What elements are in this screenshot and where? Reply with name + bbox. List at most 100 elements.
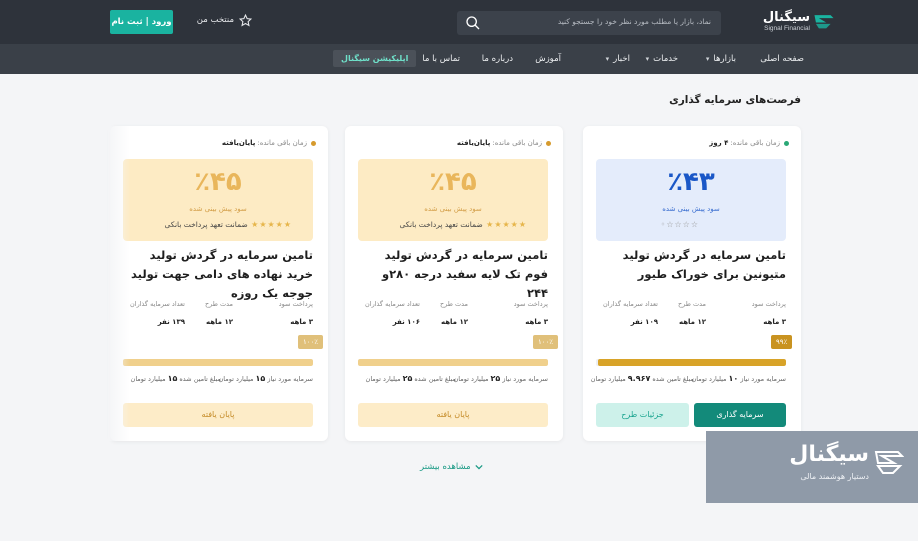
invest-button[interactable]: سرمایه گذاری [694,403,786,427]
chevron-down-icon: ▾ [645,55,650,63]
progress-percent-badge: ۱۰۰٪ [533,335,559,349]
stat-investors: تعداد سرمایه گذاران ۱۳۹ نفر [129,300,185,326]
card-stats: پرداخت سود ۳ ماهه مدت طرح ۱۲ ماهه تعداد سر… [358,300,548,330]
remaining-time: زمان باقی مانده:پایان‌یافته [222,139,316,147]
ended-button[interactable]: پایان یافته [123,403,313,427]
profit-percent: ٪۴۵ [194,167,242,197]
guarantee-label: ضمانت تعهد پرداخت بانکی [164,220,248,229]
signal-logo-icon [814,15,834,29]
progress-fill [597,359,786,366]
star-icon: ★ [267,220,275,229]
profit-box: ٪۴۵ سود پیش بینی شده ★★★★★ ضمانت تعهد پر… [123,159,313,241]
nav-contact[interactable]: تماس با ما [422,44,460,74]
search-icon[interactable] [465,15,481,31]
signal-badge: سیگنال دستیار هوشمند مالی [706,431,918,503]
star-icon: ★ [502,220,510,229]
progress-bar [123,359,313,366]
profit-label: سود پیش بینی شده [424,205,482,213]
progress-fill [123,359,313,366]
star-icon: ★ [494,220,502,229]
brand-logo[interactable]: سیگنال Signal Financial [736,10,810,36]
profit-percent: ٪۴۳ [667,167,715,197]
search-input[interactable]: نماد، بازار یا مطلب مورد نظر خود را جستج… [558,17,711,26]
funding-amounts: سرمایه مورد نیاز۱۵میلیارد تومان مبلغ تام… [130,374,313,383]
card-title[interactable]: تامین سرمایه در گردش تولید خرید نهاده ها… [123,246,313,303]
star-icon: ★ [283,220,291,229]
progress-percent-badge: ۱۰۰٪ [298,335,324,349]
stat-profit-payment: پرداخت سود ۳ ماهه [278,300,313,326]
rating-stars: ★★★★★ ضمانت تعهد پرداخت بانکی [165,220,291,229]
star-icon: ★ [259,220,267,229]
brand-subtitle: Signal Financial [764,25,810,32]
remaining-time: زمان باقی مانده:پایان‌یافته [457,139,551,147]
show-more-link[interactable]: مشاهده بیشتر [420,462,483,472]
nav-app-button[interactable]: اپلیکیشن سیگنال [333,50,417,67]
profit-percent: ٪۴۵ [429,167,477,197]
star-empty-icon: ☆ [666,220,674,229]
star-empty-icon: ◦ [660,220,666,229]
stat-duration: مدت طرح ۱۲ ماهه [439,300,468,326]
chevron-down-icon [474,464,483,469]
nav-about[interactable]: درباره ما [482,44,513,74]
nav-education[interactable]: آموزش [535,44,561,74]
card-stats: پرداخت سود ۳ ماهه مدت طرح ۱۲ ماهه تعداد سر… [596,300,786,330]
star-icon: ★ [518,220,526,229]
profit-label: سود پیش بینی شده [189,205,247,213]
funding-amounts: سرمایه مورد نیاز۱۰میلیارد تومان مبلغ تام… [590,374,786,383]
card-stats: پرداخت سود ۳ ماهه مدت طرح ۱۲ ماهه تعداد سر… [123,300,313,330]
stat-duration: مدت طرح ۱۲ ماهه [677,300,706,326]
star-empty-icon: ☆ [690,220,698,229]
guarantee-label: ضمانت تعهد پرداخت بانکی [399,220,483,229]
signal-logo-icon [874,451,904,474]
investment-card[interactable]: زمان باقی مانده:پایان‌یافته ٪۴۵ سود پیش … [345,126,563,441]
progress-bar [358,359,548,366]
investment-card[interactable]: زمان باقی مانده:۴ روز ٪۴۳ سود پیش بینی ش… [583,126,801,441]
chevron-down-icon: ▾ [705,55,710,63]
section-title: فرصت‌های سرمایه گذاری [669,94,801,106]
star-icon: ★ [251,220,259,229]
login-register-button[interactable]: ورود | ثبت نام [110,10,173,34]
nav-services[interactable]: خدمات▾ [646,44,678,74]
brand-name: سیگنال [762,10,810,25]
progress-percent-badge: ۹۹٪ [771,335,793,349]
investment-card[interactable]: زمان باقی مانده:پایان‌یافته ٪۴۵ سود پیش … [110,126,328,441]
nav-news[interactable]: اخبار▾ [606,44,630,74]
profit-label: سود پیش بینی شده [662,205,720,213]
stat-profit-payment: پرداخت سود ۳ ماهه [751,300,786,326]
search-bar[interactable]: نماد، بازار یا مطلب مورد نظر خود را جستج… [457,11,721,35]
nav-markets[interactable]: بازارها▾ [706,44,736,74]
status-dot-icon [784,140,789,146]
card-title[interactable]: تامین سرمایه در گردش تولید متیونین برای … [596,246,786,284]
status-dot-icon [311,140,316,146]
status-dot-icon [546,140,551,146]
ended-button[interactable]: پایان یافته [358,403,548,427]
star-empty-icon: ☆ [674,220,682,229]
star-icon: ★ [275,220,283,229]
carousel-fade-edge [108,126,130,441]
details-button[interactable]: جزئیات طرح [596,403,689,427]
progress-fill [358,359,548,366]
favorites-link[interactable]: منتخب من [192,14,252,28]
star-icon [239,14,252,27]
remaining-time: زمان باقی مانده:۴ روز [709,139,789,147]
rating-stars: ☆☆☆☆◦ [660,220,698,229]
profit-box: ٪۴۳ سود پیش بینی شده ☆☆☆☆◦ [596,159,786,241]
progress-bar [596,359,786,366]
badge-title: سیگنال [789,442,869,467]
star-empty-icon: ☆ [682,220,690,229]
stat-duration: مدت طرح ۱۲ ماهه [204,300,233,326]
stat-investors: تعداد سرمایه گذاران ۱۰۹ نفر [602,300,658,326]
star-icon: ★ [486,220,494,229]
star-icon: ★ [510,220,518,229]
badge-subtitle: دستیار هوشمند مالی [800,472,869,481]
nav-home[interactable]: صفحه اصلی [760,44,804,74]
chevron-down-icon: ▾ [605,55,610,63]
favorites-label: منتخب من [196,15,234,25]
profit-box: ٪۴۵ سود پیش بینی شده ★★★★★ ضمانت تعهد پر… [358,159,548,241]
stat-investors: تعداد سرمایه گذاران ۱۰۶ نفر [364,300,420,326]
stat-profit-payment: پرداخت سود ۳ ماهه [513,300,548,326]
main-nav: صفحه اصلی بازارها▾ خدمات▾ اخبار▾ آموزش د… [0,44,918,74]
card-title[interactable]: تامین سرمایه در گردش تولید فوم تک لایه س… [358,246,548,303]
funding-amounts: سرمایه مورد نیاز۲۵میلیارد تومان مبلغ تام… [365,374,548,383]
rating-stars: ★★★★★ ضمانت تعهد پرداخت بانکی [400,220,526,229]
